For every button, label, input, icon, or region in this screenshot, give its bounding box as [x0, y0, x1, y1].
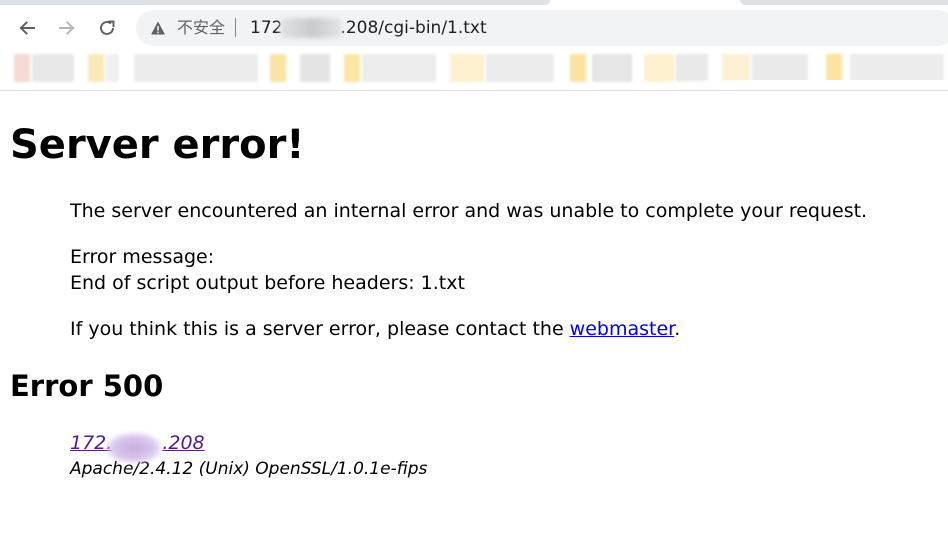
forward-button[interactable] — [53, 14, 81, 42]
bookmark-item[interactable] — [88, 54, 104, 82]
arrow-right-icon — [59, 21, 75, 35]
bookmark-item[interactable] — [850, 54, 944, 82]
redacted-ip-segment — [107, 433, 161, 463]
bookmark-item[interactable] — [270, 54, 286, 82]
bookmark-item[interactable] — [300, 54, 330, 82]
tab-edge — [740, 0, 948, 5]
omnibox-divider — [235, 18, 236, 37]
error-message-label: Error message: — [70, 246, 215, 268]
bookmark-item[interactable] — [826, 54, 842, 82]
redacted-ip-segment — [280, 18, 343, 38]
bookmark-item[interactable] — [592, 54, 632, 82]
bookmark-item[interactable] — [676, 54, 708, 82]
bookmark-item[interactable] — [644, 54, 674, 82]
contact-prefix: If you think this is a server error, ple… — [70, 318, 570, 340]
bookmark-item[interactable] — [570, 54, 586, 82]
url-prefix: 172 — [250, 18, 283, 38]
bookmark-item[interactable] — [134, 54, 258, 82]
url-suffix: .208/cgi-bin/1.txt — [340, 18, 487, 38]
address-bar[interactable]: 不安全 172 .208/cgi-bin/1.txt — [136, 10, 948, 46]
page-title: Server error! — [10, 122, 305, 168]
contact-suffix: . — [674, 318, 681, 340]
host-prefix: 172. — [70, 432, 113, 454]
reload-icon — [100, 20, 115, 35]
url-text[interactable]: 172 .208/cgi-bin/1.txt — [250, 18, 487, 38]
browser-window: 不安全 172 .208/cgi-bin/1.txt Server error! … — [0, 0, 948, 549]
bookmark-item[interactable] — [32, 54, 74, 82]
security-status-label[interactable]: 不安全 — [177, 18, 225, 38]
host-suffix: .208 — [162, 432, 205, 454]
warning-triangle-icon[interactable] — [150, 20, 166, 36]
bookmark-item[interactable] — [722, 54, 750, 82]
webmaster-link[interactable]: webmaster — [570, 318, 675, 340]
host-link[interactable]: 172. .208 — [70, 432, 205, 463]
error-message-detail: End of script output before headers: 1.t… — [70, 272, 465, 294]
bookmark-item[interactable] — [362, 54, 436, 82]
bookmark-item[interactable] — [105, 54, 119, 82]
bookmark-item[interactable] — [752, 54, 808, 82]
bookmark-item[interactable] — [450, 54, 484, 82]
error-description: The server encountered an internal error… — [70, 200, 868, 222]
back-button[interactable] — [13, 14, 41, 42]
reload-button[interactable] — [93, 14, 121, 42]
bookmark-item[interactable] — [344, 54, 360, 82]
browser-toolbar: 不安全 172 .208/cgi-bin/1.txt — [0, 6, 948, 50]
contact-note: If you think this is a server error, ple… — [70, 316, 680, 342]
page-content: Server error! The server encountered an … — [0, 91, 948, 549]
server-address: 172. .208 Apache/2.4.12 (Unix) OpenSSL/1.… — [70, 431, 427, 482]
error-code-heading: Error 500 — [10, 369, 164, 403]
arrow-left-icon — [19, 21, 35, 35]
bookmark-item[interactable] — [486, 54, 554, 82]
tab-edge — [0, 0, 550, 5]
bookmark-item[interactable] — [14, 54, 30, 82]
